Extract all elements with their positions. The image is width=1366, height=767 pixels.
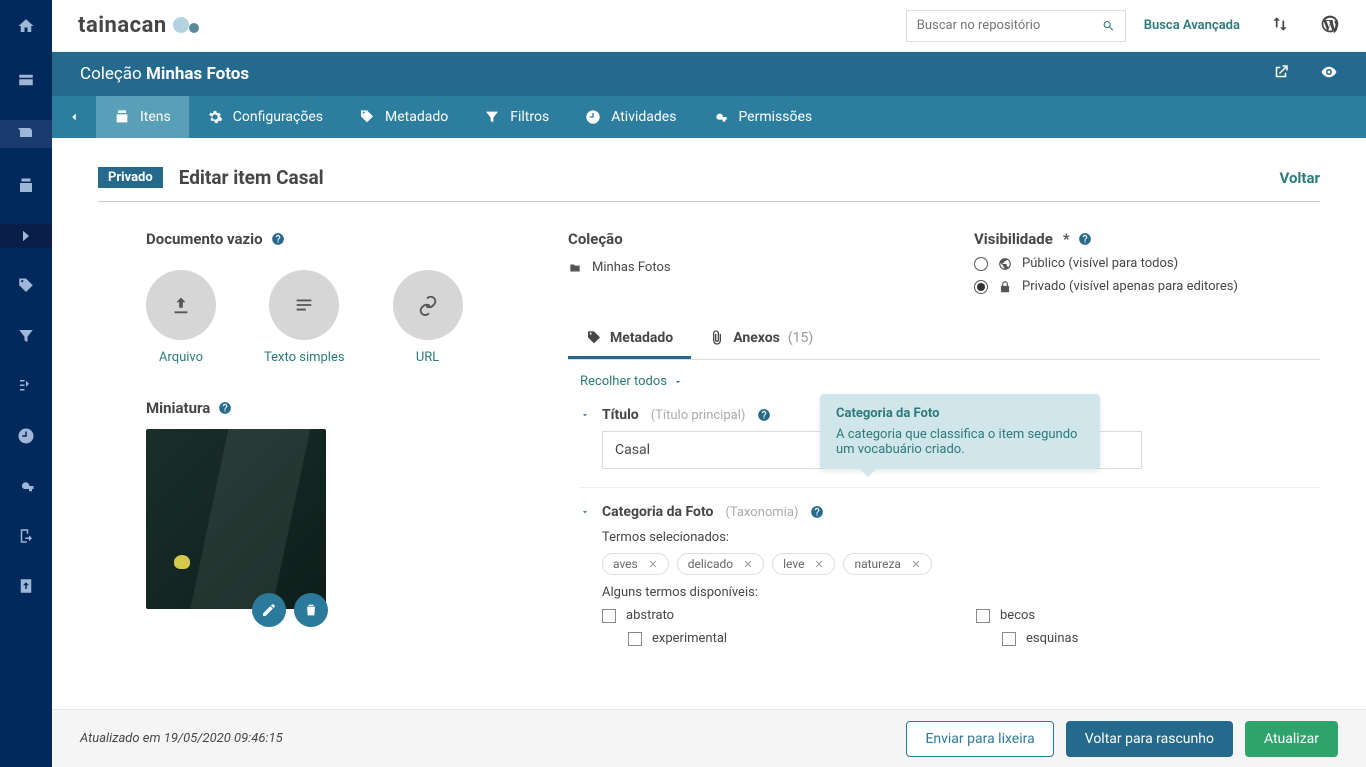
tag: leve <box>772 553 835 575</box>
globe-icon <box>998 257 1012 271</box>
wordpress-icon[interactable] <box>1320 14 1340 38</box>
metatab-metadata[interactable]: Metadado <box>568 320 691 359</box>
swap-icon[interactable] <box>1270 14 1290 38</box>
footer-bar: Atualizado em 19/05/2020 09:46:15 Enviar… <box>52 709 1366 767</box>
document-section-label: Documento vazio <box>146 230 518 248</box>
sidebar-tax[interactable] <box>0 374 52 398</box>
tag-remove-icon[interactable] <box>743 559 753 569</box>
sidebar-perms[interactable] <box>0 474 52 498</box>
help-icon[interactable] <box>810 505 824 519</box>
advanced-search-link[interactable]: Busca Avançada <box>1144 18 1240 33</box>
field-collapse-category[interactable] <box>580 507 590 517</box>
tag-remove-icon[interactable] <box>648 559 658 569</box>
tag: natureza <box>843 553 932 575</box>
doctype-file[interactable]: Arquivo <box>146 270 216 365</box>
doctype-text[interactable]: Texto simples <box>264 270 345 365</box>
tag: aves <box>602 553 669 575</box>
tag: delicado <box>677 553 764 575</box>
visibility-label: Visibilidade* <box>974 230 1320 248</box>
doctype-url[interactable]: URL <box>393 270 463 365</box>
logo[interactable]: TaInacan <box>78 13 199 38</box>
sidebar-collections[interactable] <box>0 120 52 148</box>
field-label-title: Título <box>602 407 639 423</box>
collection-value: Minhas Fotos <box>568 260 914 275</box>
back-link[interactable]: Voltar <box>1280 169 1321 187</box>
sidebar-repo[interactable] <box>0 66 52 94</box>
field-collapse-title[interactable] <box>580 410 590 420</box>
updated-timestamp: Atualizado em 19/05/2020 09:46:15 <box>80 731 283 746</box>
page-title: Editar item Casal <box>179 166 324 189</box>
thumbnail-image[interactable] <box>146 429 326 609</box>
tab-filters[interactable]: Filtros <box>466 96 567 138</box>
collection-label: Coleção <box>568 230 914 248</box>
attachment-icon <box>709 330 725 346</box>
search-input[interactable] <box>917 18 1102 33</box>
caret-down-icon <box>673 377 683 387</box>
tag-remove-icon[interactable] <box>911 559 921 569</box>
help-icon[interactable] <box>757 408 771 422</box>
tab-settings[interactable]: Configurações <box>189 96 341 138</box>
sidebar-home[interactable] <box>0 12 52 40</box>
collection-tabs: Itens Configurações Metadado Filtros Ati… <box>52 96 1366 138</box>
update-button[interactable]: Atualizar <box>1245 721 1338 757</box>
draft-button[interactable]: Voltar para rascunho <box>1066 721 1233 757</box>
term-checkbox[interactable]: experimental <box>628 631 946 646</box>
page-head: Privado Editar item Casal Voltar <box>98 166 1320 202</box>
visibility-public-option[interactable]: Público (visível para todos) <box>974 256 1320 271</box>
sidebar-items[interactable] <box>0 174 52 198</box>
help-icon[interactable] <box>1078 232 1092 246</box>
collection-header: Coleção Minhas Fotos <box>52 52 1366 96</box>
tab-activities[interactable]: Atividades <box>567 96 694 138</box>
selected-tags: aves delicado leve natureza <box>602 553 1320 575</box>
admin-sidebar <box>0 0 52 767</box>
sidebar-tags[interactable] <box>0 274 52 298</box>
visibility-badge: Privado <box>98 167 163 188</box>
metatab-attachments[interactable]: Anexos (15) <box>691 320 831 359</box>
term-checkbox[interactable]: esquinas <box>1002 631 1320 646</box>
thumbnail-delete-button[interactable] <box>294 593 328 627</box>
tab-permissions[interactable]: Permissões <box>694 96 830 138</box>
help-icon[interactable] <box>271 232 285 246</box>
topbar: TaInacan Busca Avançada <box>52 0 1366 52</box>
lock-icon <box>998 280 1012 294</box>
sidebar-export[interactable] <box>0 574 52 598</box>
tabs-back-button[interactable] <box>52 96 96 138</box>
tab-metadata[interactable]: Metadado <box>341 96 466 138</box>
field-label-category: Categoria da Foto <box>602 504 713 520</box>
trash-button[interactable]: Enviar para lixeira <box>906 721 1053 757</box>
visibility-private-option[interactable]: Privado (visível apenas para editores) <box>974 279 1320 294</box>
sidebar-activities[interactable] <box>0 424 52 448</box>
term-checkbox[interactable]: abstrato <box>602 608 946 623</box>
eye-icon[interactable] <box>1320 63 1338 85</box>
term-checkbox[interactable]: becos <box>976 608 1320 623</box>
sidebar-import[interactable] <box>0 524 52 548</box>
sidebar-curritem[interactable] <box>0 224 52 248</box>
help-icon[interactable] <box>218 401 232 415</box>
selected-terms-label: Termos selecionados: <box>602 530 1320 545</box>
thumbnail-label: Miniatura <box>146 399 518 417</box>
external-link-icon[interactable] <box>1272 63 1290 85</box>
sidebar-filters[interactable] <box>0 324 52 348</box>
tag-icon <box>586 330 602 346</box>
folder-icon <box>568 261 582 275</box>
collection-title: Coleção Minhas Fotos <box>80 64 249 84</box>
tag-remove-icon[interactable] <box>814 559 824 569</box>
tab-items[interactable]: Itens <box>96 96 189 138</box>
search-box[interactable] <box>906 10 1126 42</box>
thumbnail-edit-button[interactable] <box>252 593 286 627</box>
available-terms-label: Alguns termos disponíveis: <box>602 585 1320 600</box>
collapse-all-link[interactable]: Recolher todos <box>580 374 683 389</box>
search-icon[interactable] <box>1102 19 1115 33</box>
content-area: Privado Editar item Casal Voltar Documen… <box>52 138 1366 709</box>
tooltip: Categoria da Foto A categoria que classi… <box>820 394 1100 469</box>
